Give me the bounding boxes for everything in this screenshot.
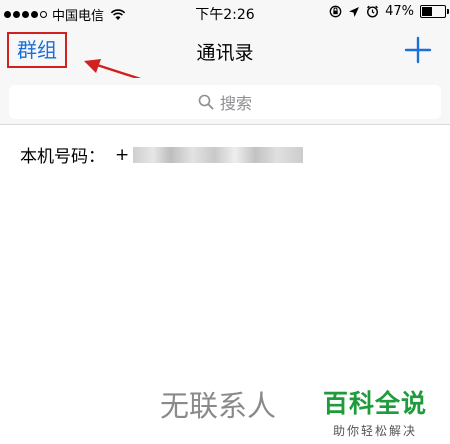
page-title: 通讯录 — [196, 42, 254, 64]
battery-icon — [420, 5, 449, 18]
my-number-row[interactable]: 本机号码： + — [20, 142, 304, 167]
location-icon — [349, 6, 360, 17]
status-bar: 中国电信 下午2:26 47% — [0, 0, 450, 24]
add-contact-button[interactable] — [404, 36, 432, 64]
watermark-logo: 百科全说 助你轻松解决 — [323, 384, 427, 439]
search-placeholder: 搜索 — [219, 94, 252, 113]
battery-percent: 47% — [385, 4, 414, 19]
nav-bar: 群组 通讯录 — [0, 24, 450, 78]
search-bar: 搜索 — [0, 78, 450, 125]
orientation-lock-icon — [329, 5, 342, 18]
status-right: 47% — [329, 4, 449, 19]
my-number-value: + — [115, 144, 130, 165]
my-number-label: 本机号码： — [20, 147, 105, 167]
empty-state-text: 无联系人 — [160, 389, 277, 423]
search-icon — [198, 94, 214, 110]
redacted-number — [133, 146, 304, 163]
watermark-title: 百科全说 — [323, 389, 428, 418]
watermark-subtitle: 助你轻松解决 — [333, 424, 418, 438]
alarm-icon — [367, 5, 379, 18]
search-input[interactable]: 搜索 — [9, 85, 441, 119]
